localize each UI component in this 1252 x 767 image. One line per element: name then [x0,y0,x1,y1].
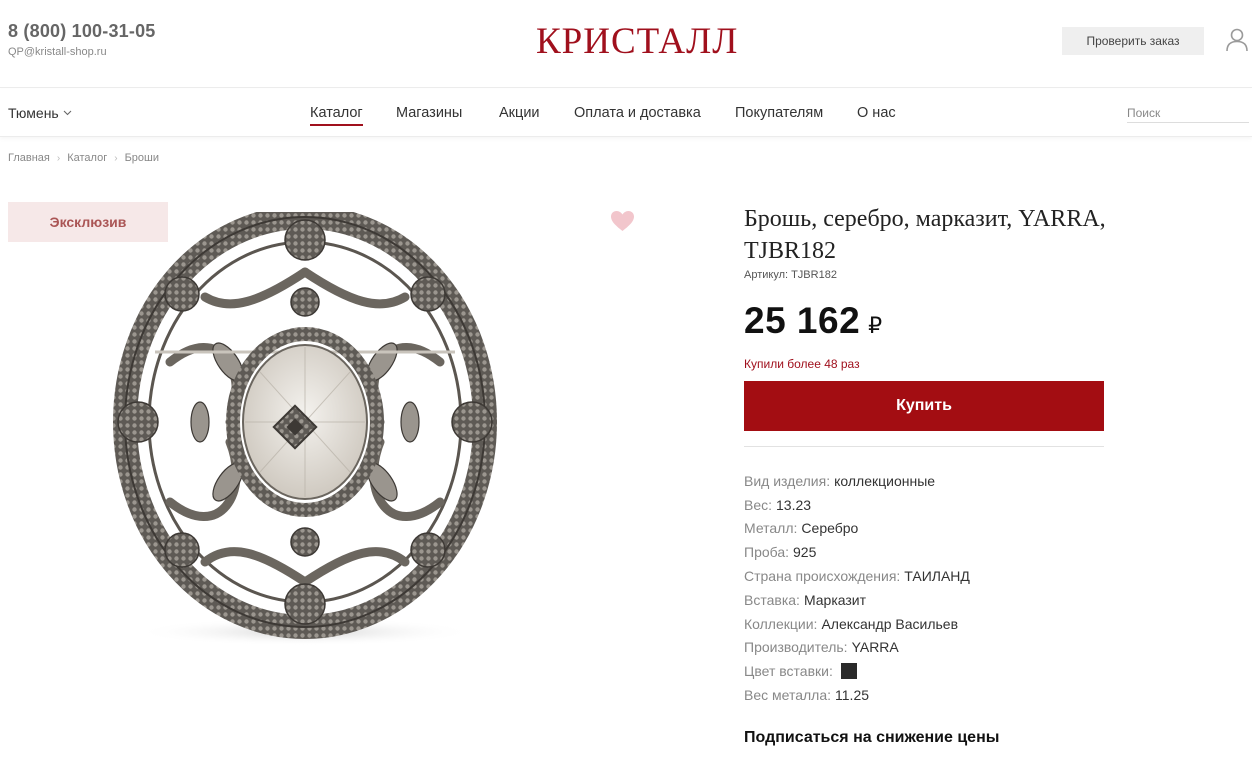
spec-row-hallmark: Проба: 925 [744,540,1124,564]
spec-row-insert: Вставка: Марказит [744,588,1124,612]
product-sku: Артикул: TJBR182 [744,269,837,281]
currency-symbol: ₽ [868,313,883,338]
spec-row-insert-color: Цвет вставки: [744,659,1124,683]
spec-label: Страна происхождения: [744,568,901,585]
nav-item-customers[interactable]: Покупателям [735,105,823,121]
color-swatch [840,663,857,680]
spec-value: коллекционные [834,472,936,489]
spec-row-weight: Вес: 13.23 [744,493,1124,517]
product-price: 25 162 ₽ [744,300,883,342]
spec-label: Вес: [744,496,773,513]
subscribe-price-drop-link[interactable]: Подписаться на снижение цены [744,729,999,747]
spec-label: Проба: [744,544,790,561]
city-selector[interactable]: Тюмень [8,105,72,121]
chevron-down-icon [63,110,72,116]
spec-value: 925 [793,544,817,561]
sku-value: TJBR182 [791,269,837,281]
phone-number[interactable]: 8 (800) 100-31-05 [8,21,156,42]
spec-value: Александр Васильев [821,615,959,632]
spec-row-collection: Коллекции: Александр Васильев [744,612,1124,636]
chevron-right-icon: › [56,152,61,164]
product-specs: Вид изделия: коллекционные Вес: 13.23 Ме… [744,469,1124,707]
spec-value: Серебро [801,520,859,537]
spec-label: Вид изделия: [744,472,831,489]
spec-label: Производитель: [744,639,848,656]
breadcrumb-home[interactable]: Главная [8,152,50,164]
spec-row-metal: Металл: Серебро [744,517,1124,541]
user-icon[interactable] [1226,28,1248,52]
chevron-right-icon: › [114,152,118,164]
sku-label: Артикул: [744,269,789,281]
spec-value: ТАИЛАНД [904,568,970,585]
search-input[interactable] [1127,106,1249,123]
spec-label: Вставка: [744,591,800,608]
spec-row-manufacturer: Производитель: YARRA [744,636,1124,660]
nav-item-payment-delivery[interactable]: Оплата и доставка [574,105,701,121]
spec-label: Металл: [744,520,798,537]
spec-value: YARRA [851,639,899,656]
buy-button[interactable]: Купить [744,381,1104,431]
spec-label: Вес металла: [744,687,832,704]
spec-value: 11.25 [835,687,870,704]
email-link[interactable]: QP@kristall-shop.ru [8,46,107,58]
spec-row-type: Вид изделия: коллекционные [744,469,1124,493]
spec-value: Марказит [803,591,867,608]
product-title: Брошь, серебро, марказит, YARRA, TJBR182 [744,206,1106,264]
site-header: 8 (800) 100-31-05 QP@kristall-shop.ru КР… [0,0,1252,88]
main-nav: Тюмень Каталог Магазины Акции Оплата и д… [0,89,1252,137]
spec-row-metal-weight: Вес металла: 11.25 [744,683,1124,707]
spec-value: 13.23 [776,496,812,513]
nav-item-about[interactable]: О нас [857,105,896,121]
nav-item-stores[interactable]: Магазины [396,105,462,121]
breadcrumb-brooches[interactable]: Броши [125,152,159,164]
divider [744,446,1104,447]
spec-label: Коллекции: [744,615,818,632]
nav-item-promotions[interactable]: Акции [499,105,540,121]
spec-label: Цвет вставки: [744,663,833,680]
city-label: Тюмень [8,105,59,121]
price-value: 25 162 [744,300,861,341]
site-logo[interactable]: КРИСТАЛЛ [536,22,738,62]
nav-item-catalog[interactable]: Каталог [310,105,363,126]
spec-row-country: Страна происхождения: ТАИЛАНД [744,564,1124,588]
check-order-button[interactable]: Проверить заказ [1062,27,1204,55]
breadcrumb: Главная › Каталог › Броши [8,152,159,164]
heart-icon[interactable] [610,210,635,232]
breadcrumb-catalog[interactable]: Каталог [67,152,107,164]
bought-count: Купили более 48 раз [744,357,860,371]
product-image[interactable] [110,212,500,652]
